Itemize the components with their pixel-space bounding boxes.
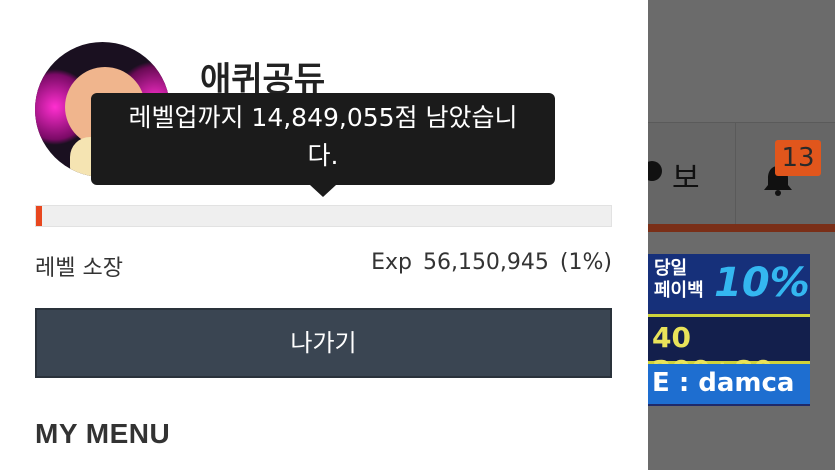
exp-progress-fill xyxy=(36,206,42,226)
banner-text-2: 10% xyxy=(714,260,810,306)
banner-text-1: 당일 페이백 xyxy=(654,258,704,301)
tooltip-arrow xyxy=(310,185,336,197)
exp-number: 56,150,945 xyxy=(422,250,549,275)
exp-percent: (1%) xyxy=(559,250,612,275)
levelup-tooltip: 레벨업까지 14,849,055점 남았습니다. xyxy=(91,93,555,185)
logout-button[interactable]: 나가기 xyxy=(35,308,612,378)
level-label: 레벨 소장 xyxy=(35,256,123,281)
banner-text-4: E : damca xyxy=(652,368,795,398)
background-divider xyxy=(648,224,835,232)
background-nav-text: 보 xyxy=(672,161,700,196)
exp-progress-bar xyxy=(35,205,612,227)
circle-icon xyxy=(648,161,662,181)
divider xyxy=(735,123,736,225)
exp-prefix: Exp xyxy=(371,250,412,275)
my-menu-heading: MY MENU xyxy=(35,418,171,449)
side-drawer: 애퀴공듀 소장 레벨업까지 14,849,055점 남았습니다. 레벨 소장 E… xyxy=(0,0,648,470)
page-backdrop[interactable]: 보 13 당일 페이백 10% 40 200+80 E : damca xyxy=(648,0,835,470)
exp-value: Exp 56,150,945 (1%) xyxy=(367,250,612,275)
notification-badge: 13 xyxy=(775,140,821,176)
background-ad-banner: 당일 페이백 10% 40 200+80 E : damca xyxy=(648,254,810,406)
